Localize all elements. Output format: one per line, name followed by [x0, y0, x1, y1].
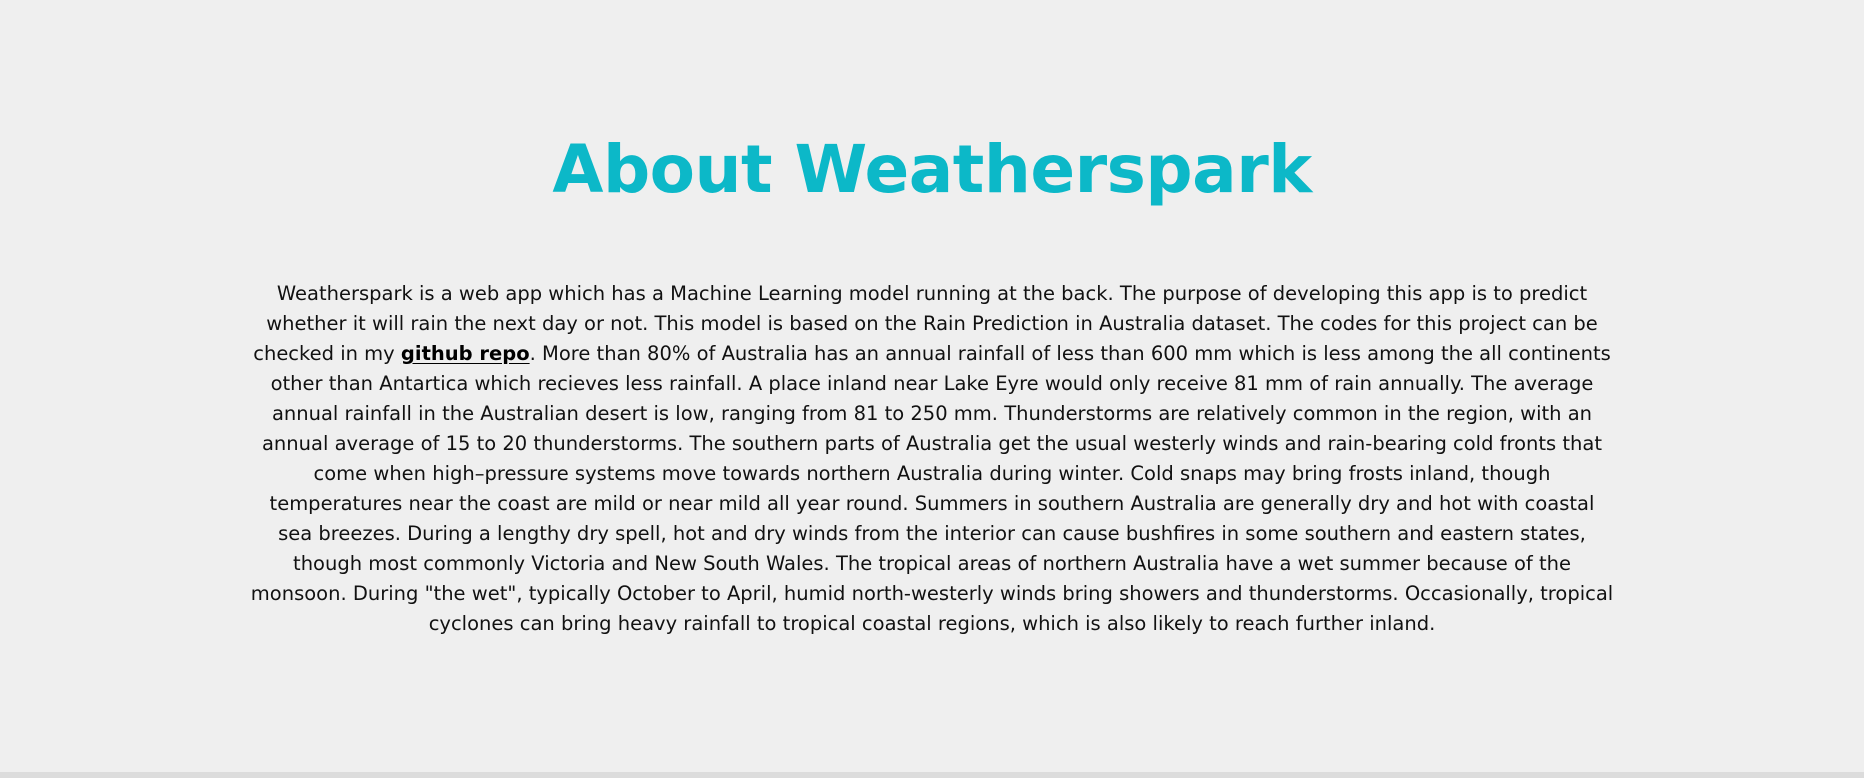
description-text-after-link: . More than 80% of Australia has an annu… — [250, 342, 1614, 635]
github-repo-link[interactable]: github repo — [401, 342, 530, 365]
about-section: About Weatherspark Weatherspark is a web… — [0, 0, 1864, 772]
about-description: Weatherspark is a web app which has a Ma… — [250, 279, 1614, 639]
page-title: About Weatherspark — [552, 131, 1312, 208]
page-bottom-border — [0, 772, 1864, 778]
